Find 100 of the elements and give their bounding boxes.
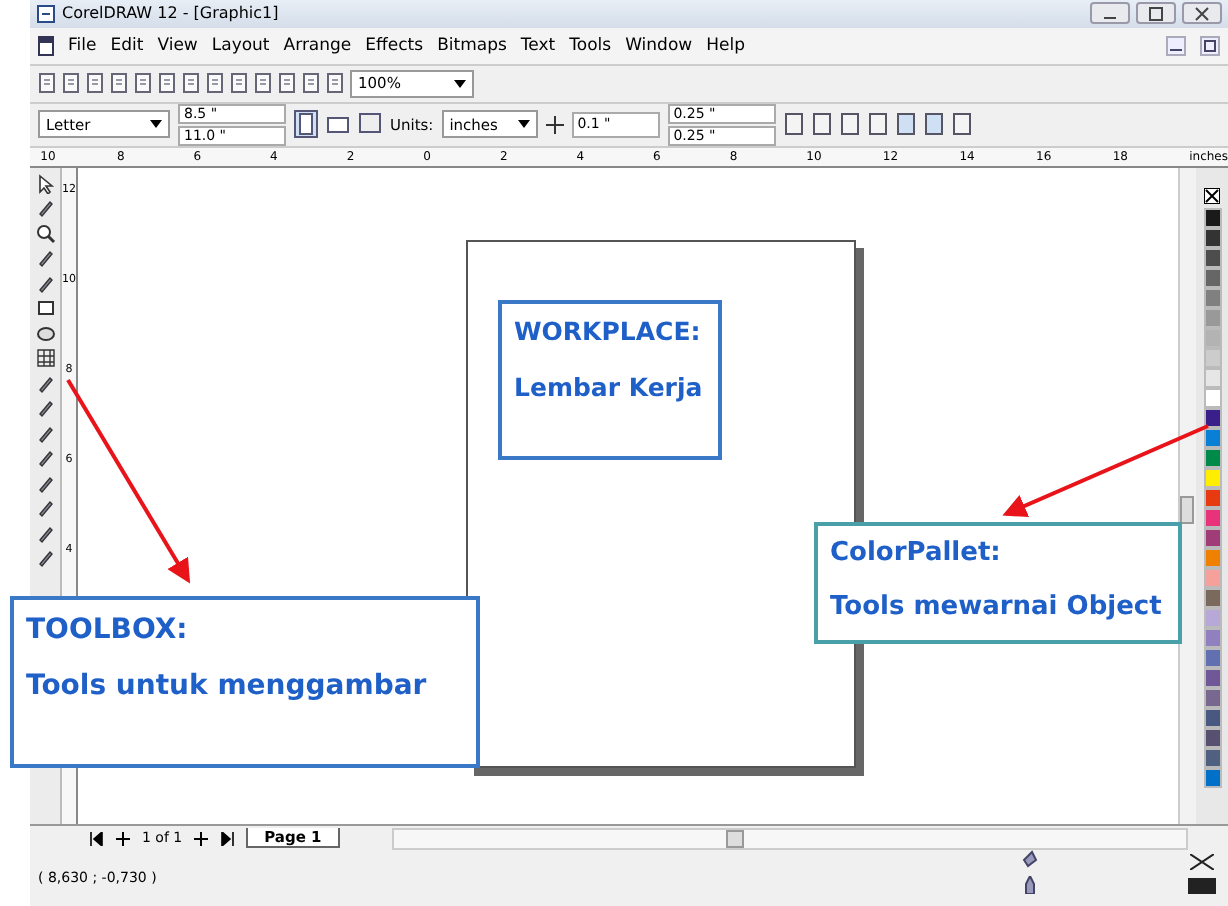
menu-item[interactable]: Text — [520, 35, 556, 56]
color-swatch[interactable] — [1203, 207, 1221, 228]
tool-icon[interactable] — [35, 223, 55, 244]
color-swatch[interactable] — [1203, 347, 1221, 368]
minimize-button[interactable] — [1166, 35, 1186, 56]
close-button[interactable] — [1182, 2, 1222, 25]
page-settings-icon[interactable] — [358, 110, 382, 139]
maximize-button[interactable] — [1136, 2, 1176, 25]
restore-icon — [1204, 39, 1216, 52]
toolbar-icon[interactable] — [38, 72, 58, 95]
color-swatch[interactable] — [1203, 547, 1221, 568]
caret-icon — [150, 120, 162, 129]
tool-icon[interactable] — [35, 198, 55, 219]
vertical-scrollbar[interactable] — [1178, 167, 1196, 825]
color-swatch[interactable] — [1203, 687, 1221, 708]
toolbar-icon[interactable] — [895, 112, 916, 137]
no-fill-icon — [1190, 854, 1214, 870]
color-swatch[interactable] — [1203, 507, 1221, 528]
color-swatch[interactable] — [1203, 227, 1221, 248]
tool-icon[interactable] — [35, 548, 55, 569]
color-swatch[interactable] — [1203, 247, 1221, 268]
toolbar-icon[interactable] — [158, 72, 178, 95]
tool-icon[interactable] — [35, 248, 55, 269]
menu-item[interactable]: File — [68, 35, 97, 56]
toolbar-icon[interactable] — [110, 72, 130, 95]
toolbar-icon[interactable] — [278, 72, 298, 95]
menu-item[interactable]: Window — [625, 35, 693, 56]
tool-icon[interactable] — [35, 373, 55, 394]
callout-text: Lembar Kerja — [514, 372, 705, 405]
color-swatch[interactable] — [1203, 647, 1221, 668]
color-swatch[interactable] — [1203, 387, 1221, 408]
color-swatch[interactable] — [1203, 747, 1221, 768]
menu-item[interactable]: Layout — [211, 35, 270, 56]
menu-item[interactable]: Bitmaps — [437, 35, 507, 56]
color-swatch[interactable] — [1203, 567, 1221, 588]
last-page-icon[interactable] — [220, 831, 235, 846]
tool-icon[interactable] — [35, 498, 55, 519]
toolbar-icon[interactable] — [867, 112, 888, 137]
tool-icon[interactable] — [35, 273, 55, 294]
menu-item[interactable]: View — [157, 35, 198, 56]
color-swatch[interactable] — [1203, 327, 1221, 348]
menu-item[interactable]: Effects — [365, 35, 424, 56]
color-swatch[interactable] — [1203, 767, 1221, 788]
caret-icon — [454, 79, 466, 88]
first-page-icon[interactable] — [90, 831, 104, 846]
toolbar-icon[interactable] — [206, 72, 226, 95]
toolbar-icon[interactable] — [134, 72, 154, 95]
tool-icon[interactable] — [35, 398, 55, 419]
color-swatch[interactable] — [1203, 627, 1221, 648]
toolbar-icon[interactable] — [62, 72, 82, 95]
toolbar-icon[interactable] — [302, 72, 322, 95]
toolbar-icon[interactable] — [811, 112, 832, 137]
color-swatch[interactable] — [1203, 667, 1221, 688]
color-swatch[interactable] — [1203, 727, 1221, 748]
color-swatch[interactable] — [1203, 287, 1221, 308]
tool-icon[interactable] — [35, 423, 55, 444]
tool-icon[interactable] — [35, 298, 55, 319]
color-swatch[interactable] — [1203, 447, 1221, 468]
nudge-icon — [545, 115, 564, 134]
callout-title: WORKPLACE: — [514, 316, 703, 349]
tool-icon[interactable] — [35, 473, 55, 494]
tool-icon[interactable] — [35, 173, 55, 194]
minimize-button[interactable] — [1090, 2, 1130, 25]
toolbar-icon[interactable] — [783, 112, 804, 137]
toolbar-icon[interactable] — [254, 72, 274, 95]
menu-item[interactable]: Edit — [110, 35, 144, 56]
menu-item[interactable]: Arrange — [283, 35, 352, 56]
color-swatch[interactable] — [1203, 607, 1221, 628]
color-swatch[interactable] — [1203, 487, 1221, 508]
horizontal-scrollbar[interactable] — [391, 827, 1188, 850]
add-page-icon[interactable] — [116, 831, 130, 846]
no-color-icon[interactable] — [1204, 187, 1220, 204]
callout-title: TOOLBOX: — [26, 612, 190, 649]
tool-icon[interactable] — [35, 323, 55, 344]
toolbar-icon[interactable] — [182, 72, 202, 95]
color-swatch[interactable] — [1203, 267, 1221, 288]
add-page-icon[interactable] — [194, 831, 209, 846]
color-swatch[interactable] — [1203, 467, 1221, 488]
color-swatch[interactable] — [1203, 587, 1221, 608]
outline-pen-icon — [1024, 876, 1036, 894]
portrait-icon[interactable] — [294, 110, 318, 139]
tool-icon[interactable] — [35, 523, 55, 544]
toolbar-icon[interactable] — [230, 72, 250, 95]
toolbar-icon[interactable] — [839, 112, 860, 137]
window-title: CorelDRAW 12 - [Graphic1] — [62, 4, 279, 23]
color-swatch[interactable] — [1203, 367, 1221, 388]
app-icon — [36, 3, 56, 24]
color-swatch[interactable] — [1203, 307, 1221, 328]
tool-icon[interactable] — [35, 348, 55, 369]
toolbar-icon[interactable] — [923, 112, 944, 137]
tool-icon[interactable] — [35, 448, 55, 469]
menu-item[interactable]: Help — [706, 35, 745, 56]
toolbar-icon[interactable] — [951, 112, 972, 137]
document-icon — [38, 35, 54, 56]
restore-button[interactable] — [1200, 35, 1220, 56]
color-swatch[interactable] — [1203, 527, 1221, 548]
color-swatch[interactable] — [1203, 707, 1221, 728]
menu-item[interactable]: Tools — [569, 35, 612, 56]
toolbar-icon[interactable] — [326, 72, 346, 95]
toolbar-icon[interactable] — [86, 72, 106, 95]
